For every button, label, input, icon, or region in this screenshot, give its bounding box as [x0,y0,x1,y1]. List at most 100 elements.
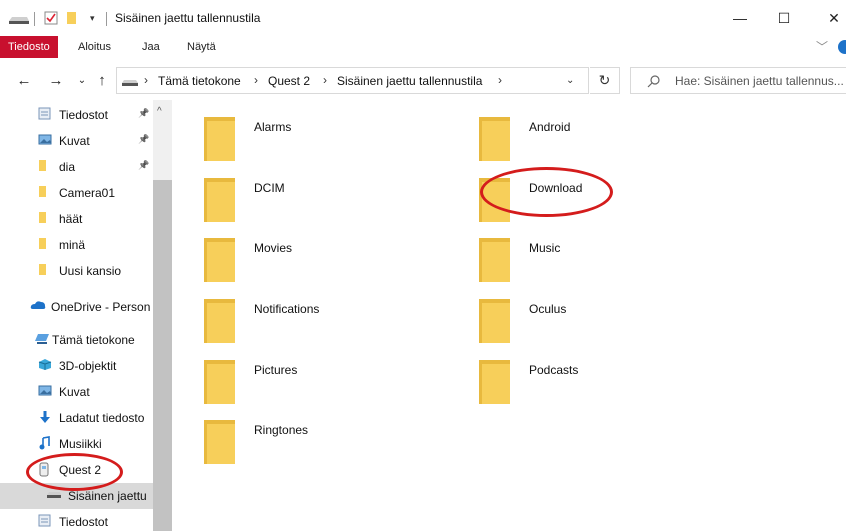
sidebar-item-label: dia [59,160,76,174]
breadcrumb-chevron-icon: › [498,73,502,87]
sidebar-item[interactable]: Uusi kansio [0,258,153,284]
folder-label: DCIM [254,181,285,195]
folder-item[interactable]: Android [479,117,719,173]
title-bar: ▾ Sisäinen jaettu tallennustila — ☐ ✕ [0,0,846,36]
scrollbar-thumb[interactable] [153,180,172,531]
sidebar-item-label: Musiikki [59,437,102,451]
breadcrumb-chevron-icon: › [144,73,148,87]
folder-icon [204,178,235,222]
search-placeholder: Hae: Sisäinen jaettu tallennus... [675,74,844,88]
sidebar-item-label: Kuvat [59,385,90,399]
scroll-up-icon[interactable]: ^ [157,106,162,117]
sidebar-item-label: Tämä tietokone [52,333,135,347]
sidebar-item-label: minä [59,238,86,252]
sidebar-item[interactable]: Camera01 [0,180,153,206]
folder-icon [204,360,235,404]
3d-objects-icon [38,358,52,370]
music-icon [38,436,51,450]
sidebar-item[interactable]: dia 📌 [0,154,153,180]
pin-icon: 📌 [138,108,150,118]
sidebar-item[interactable]: 3D-objektit [0,353,153,379]
sidebar-item[interactable]: häät [0,206,153,232]
sidebar-item[interactable]: Kuvat [0,379,153,405]
sidebar-item-label: Camera01 [59,186,116,200]
folder-item[interactable]: Pictures [204,360,444,416]
nav-scrollbar[interactable]: ^ [153,100,172,531]
tab-nayta[interactable]: Näytä [187,36,216,58]
breadcrumb-sisainen-jaettu[interactable]: Sisäinen jaettu tallennustila [337,74,482,88]
quest2-highlight-circle [26,453,123,491]
folder-icon [204,238,235,282]
breadcrumb-quest-2[interactable]: Quest 2 [268,74,310,88]
sidebar-item-label: häät [59,212,83,226]
back-icon[interactable]: ← [14,70,34,90]
sidebar-item[interactable]: Kuvat 📌 [0,128,153,154]
folder-item[interactable]: Podcasts [479,360,719,416]
folder-item[interactable]: Music [479,238,719,294]
minimize-button[interactable]: — [728,6,752,30]
sidebar-item-label: Kuvat [59,134,90,148]
folder-icon [38,263,51,275]
folder-icon [38,185,51,197]
properties-icon[interactable] [44,10,58,26]
address-dropdown-icon[interactable]: ⌄ [566,75,574,86]
pictures-icon [38,384,52,396]
sidebar-item-label: Tiedostot [59,515,108,529]
file-list: Alarms Android DCIM Download Movies Music Noti… [172,100,846,531]
tab-tiedosto[interactable]: Tiedosto [0,36,58,58]
folder-icon [204,299,235,343]
search-input[interactable]: Hae: Sisäinen jaettu tallennus... [630,67,846,94]
sidebar-item-label: Ladatut tiedosto [59,411,145,425]
folder-item[interactable]: DCIM [204,178,444,234]
sidebar-item[interactable]: Tiedostot [0,509,153,531]
explorer-window: ▾ Sisäinen jaettu tallennustila — ☐ ✕ Ti… [0,0,846,531]
folder-item[interactable]: Notifications [204,299,444,355]
folder-icon [204,420,235,464]
folder-icon [479,117,510,161]
folder-icon [479,238,510,282]
folder-item[interactable]: Oculus [479,299,719,355]
pin-icon: 📌 [138,160,150,170]
pictures-icon [38,133,52,145]
folder-label: Podcasts [529,363,579,377]
new-folder-icon[interactable] [66,10,78,26]
sidebar-item[interactable]: Tämä tietokone [0,327,153,353]
help-icon[interactable] [838,40,846,54]
drive-icon [9,17,29,24]
address-bar[interactable]: › Tämä tietokone › Quest 2 › Sisäinen ja… [116,67,589,94]
recent-dropdown-icon[interactable]: ⌄ [72,70,92,90]
sidebar-item[interactable]: OneDrive - Person [0,294,153,320]
folder-label: Alarms [254,120,292,134]
sidebar-item[interactable]: minä [0,232,153,258]
pin-icon: 📌 [138,134,150,144]
sidebar-item-label: Uusi kansio [59,264,122,278]
ribbon-expand-icon[interactable]: ﹀ [816,36,828,58]
ribbon-tabs: Tiedosto Aloitus Jaa Näytä ﹀ [0,36,846,58]
folder-icon [204,117,235,161]
folder-item[interactable]: Alarms [204,117,444,173]
close-button[interactable]: ✕ [822,6,846,30]
folder-icon [38,237,51,249]
sidebar-item-label: OneDrive - Person [51,300,151,314]
folder-icon [38,159,51,171]
folder-label: Pictures [254,363,298,377]
folder-item[interactable]: Ringtones [204,420,444,476]
maximize-button[interactable]: ☐ [772,6,796,30]
tab-aloitus[interactable]: Aloitus [78,36,111,58]
breadcrumb-chevron-icon: › [254,73,258,87]
folder-item[interactable]: Movies [204,238,444,294]
refresh-icon[interactable]: ↻ [590,67,620,94]
breadcrumb-tama-tietokone[interactable]: Tämä tietokone [158,74,241,88]
sidebar-item[interactable]: Tiedostot 📌 [0,102,153,128]
download-highlight-circle [480,167,613,217]
quick-access-dropdown-icon[interactable]: ▾ [90,10,95,26]
download-icon [38,410,51,423]
forward-icon[interactable]: → [46,70,66,90]
sidebar-item-label: Sisäinen jaettu [68,489,147,503]
up-icon[interactable]: ↑ [92,70,112,90]
folder-label: Ringtones [254,423,309,437]
drive-icon [122,80,138,86]
tab-jaa[interactable]: Jaa [142,36,160,58]
sidebar-item[interactable]: Ladatut tiedosto [0,405,153,431]
breadcrumb-chevron-icon: › [323,73,327,87]
